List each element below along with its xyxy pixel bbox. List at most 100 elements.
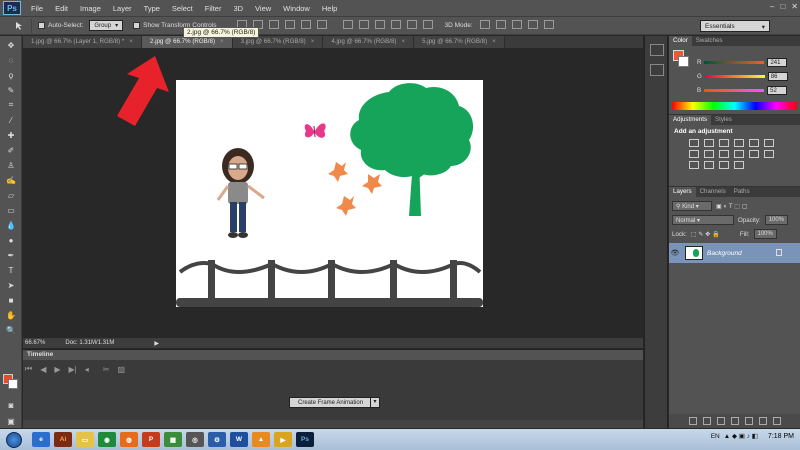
tab-color[interactable]: Color <box>669 36 692 46</box>
menu-3d[interactable]: 3D <box>227 4 249 13</box>
channel-mixer-icon[interactable] <box>734 150 744 158</box>
lasso-tool-icon[interactable]: ϙ <box>3 69 19 81</box>
black-white-icon[interactable] <box>704 150 714 158</box>
green-value-input[interactable]: 86 <box>767 72 788 81</box>
distribute-bottom-icon[interactable] <box>375 20 386 29</box>
pen-tool-icon[interactable]: ✒ <box>3 249 19 261</box>
first-frame-icon[interactable]: ⏮ <box>25 364 32 374</box>
filter-icons[interactable]: ▣ ◐ T ⬚ ▢ <box>716 203 748 210</box>
tab-5-jpg[interactable]: 5.jpg @ 66.7% (RGB/8) × <box>414 36 505 48</box>
3d-scale-icon[interactable] <box>543 20 554 29</box>
fill-input[interactable]: 100% <box>753 229 777 239</box>
prev-frame-icon[interactable]: ◀ <box>40 365 46 374</box>
selective-color-icon[interactable] <box>734 161 744 169</box>
gradient-map-icon[interactable] <box>719 161 729 169</box>
zoom-tool-icon[interactable]: 🔍 <box>3 324 19 336</box>
minimize-icon[interactable]: – <box>770 2 774 11</box>
curves-icon[interactable] <box>719 139 729 147</box>
distribute-vcenter-icon[interactable] <box>359 20 370 29</box>
menu-select[interactable]: Select <box>166 4 199 13</box>
green-slider[interactable] <box>704 75 765 78</box>
layer-kind-filter[interactable]: ⚲ Kind ▾ <box>672 201 712 211</box>
move-tool-preset-icon[interactable] <box>8 18 32 33</box>
maximize-icon[interactable]: □ <box>780 2 785 11</box>
color-balance-icon[interactable] <box>689 150 699 158</box>
distribute-left-icon[interactable] <box>391 20 402 29</box>
video-player-icon[interactable]: ▶ <box>274 432 292 447</box>
tab-paths[interactable]: Paths <box>730 187 754 197</box>
auto-select-dropdown[interactable]: Group ▾ <box>89 20 124 31</box>
blue-value-input[interactable]: 52 <box>767 86 788 95</box>
menu-help[interactable]: Help <box>316 4 343 13</box>
firefox-icon[interactable]: ◍ <box>120 432 138 447</box>
image-viewer-icon[interactable]: ▦ <box>164 432 182 447</box>
transition-icon[interactable]: ▨ <box>117 365 125 374</box>
photoshop-taskbar-icon[interactable]: Ps <box>296 432 314 447</box>
blur-tool-icon[interactable]: 💧 <box>3 219 19 231</box>
menu-view[interactable]: View <box>249 4 277 13</box>
red-value-input[interactable]: 241 <box>767 58 788 67</box>
tray-icons[interactable]: ▲ ◆ ▣ ♪ ◧ <box>724 432 758 440</box>
fx-icon[interactable] <box>702 417 711 425</box>
posterize-icon[interactable] <box>689 161 699 169</box>
link-icon[interactable] <box>688 417 697 425</box>
vlc-icon[interactable]: ▲ <box>252 432 270 447</box>
layer-background[interactable]: 👁 Background <box>669 243 800 263</box>
workspace-dropdown[interactable]: Essentials ▾ <box>700 20 770 32</box>
language-indicator[interactable]: EN <box>711 433 720 440</box>
play-icon[interactable]: ▶ <box>54 365 60 374</box>
photo-filter-icon[interactable] <box>719 150 729 158</box>
menu-image[interactable]: Image <box>74 4 107 13</box>
close-icon[interactable]: × <box>311 38 315 46</box>
invert-icon[interactable] <box>764 150 774 158</box>
close-icon[interactable]: ✕ <box>791 2 798 11</box>
history-icon[interactable] <box>650 44 664 56</box>
properties-icon[interactable] <box>650 64 664 76</box>
align-right-icon[interactable] <box>317 20 328 29</box>
quick-mask-icon[interactable]: ◙ <box>3 399 19 411</box>
clone-stamp-tool-icon[interactable]: ♙ <box>3 159 19 171</box>
document-canvas[interactable] <box>176 80 483 307</box>
next-frame-icon[interactable]: ▶| <box>69 365 77 374</box>
menu-type[interactable]: Type <box>138 4 166 13</box>
3d-roll-icon[interactable] <box>495 20 506 29</box>
eye-icon[interactable]: 👁 <box>669 249 681 257</box>
tab-1-jpg[interactable]: 1.jpg @ 66.7% (Layer 1, RGB/8) * × <box>23 36 142 48</box>
tab-layers[interactable]: Layers <box>669 187 696 197</box>
screen-mode-icon[interactable]: ▣ <box>3 415 19 427</box>
media-icon[interactable]: ◎ <box>186 432 204 447</box>
lock-icons[interactable]: ⬚ ✎ ✥ 🔒 <box>691 230 720 238</box>
quick-select-tool-icon[interactable]: ✎ <box>3 84 19 96</box>
audio-icon[interactable]: ◂ <box>85 365 89 374</box>
menu-edit[interactable]: Edit <box>49 4 74 13</box>
distribute-top-icon[interactable] <box>343 20 354 29</box>
folder-icon[interactable] <box>744 417 753 425</box>
eraser-tool-icon[interactable]: ▱ <box>3 189 19 201</box>
shape-tool-icon[interactable]: ■ <box>3 294 19 306</box>
tab-channels[interactable]: Channels <box>696 187 730 197</box>
blue-slider[interactable] <box>704 89 765 92</box>
tab-swatches[interactable]: Swatches <box>692 36 727 46</box>
new-layer-icon[interactable] <box>758 417 767 425</box>
canvas-area[interactable] <box>23 48 643 338</box>
eyedropper-tool-icon[interactable]: ⁄ <box>3 114 19 126</box>
powerpoint-icon[interactable]: P <box>142 432 160 447</box>
color-spectrum-ramp[interactable] <box>672 102 797 110</box>
path-select-tool-icon[interactable]: ➤ <box>3 279 19 291</box>
tab-4-jpg[interactable]: 4.jpg @ 66.7% (RGB/8) × <box>323 36 415 48</box>
align-left-icon[interactable] <box>285 20 296 29</box>
color-swatches[interactable] <box>3 374 19 390</box>
distribute-right-icon[interactable] <box>423 20 434 29</box>
levels-icon[interactable] <box>704 139 714 147</box>
distribute-hcenter-icon[interactable] <box>407 20 418 29</box>
status-menu-icon[interactable]: ▶ <box>154 340 159 347</box>
3d-drag-icon[interactable] <box>511 20 522 29</box>
close-icon[interactable]: × <box>492 38 496 46</box>
close-icon[interactable]: × <box>401 38 405 46</box>
color-lookup-icon[interactable] <box>749 150 759 158</box>
menu-filter[interactable]: Filter <box>199 4 228 13</box>
mask-icon[interactable] <box>716 417 725 425</box>
network-icon[interactable]: ⚙ <box>208 432 226 447</box>
illustrator-icon[interactable]: Ai <box>54 432 72 447</box>
word-icon[interactable]: W <box>230 432 248 447</box>
